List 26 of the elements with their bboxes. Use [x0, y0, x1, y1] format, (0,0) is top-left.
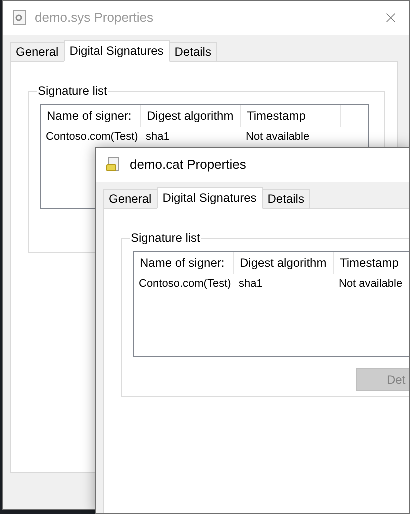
- table-cell-text: Not available: [245, 130, 311, 145]
- table-cell-text: Contoso.com(Test): [45, 130, 140, 145]
- gear-file-icon: [13, 10, 27, 26]
- group-title: Signature list: [37, 83, 108, 100]
- tab[interactable]: General: [103, 189, 158, 208]
- column-header[interactable]: Digest algorithm: [234, 252, 334, 274]
- column-header[interactable]: Digest algorithm: [141, 105, 241, 127]
- group-title: Signature list: [130, 230, 202, 247]
- tab[interactable]: Digital Signatures: [64, 40, 170, 62]
- column-header[interactable]: Name of signer:: [41, 105, 141, 127]
- tab[interactable]: Details: [262, 189, 310, 208]
- table-cell-text: Not available: [338, 276, 404, 292]
- tab[interactable]: Details: [168, 42, 218, 61]
- column-header[interactable]: Timestamp: [241, 105, 341, 127]
- tab[interactable]: General: [10, 42, 65, 61]
- table-cell-text: sha1: [238, 276, 264, 292]
- tab[interactable]: Digital Signatures: [156, 187, 263, 209]
- window-title: demo.cat Properties: [130, 156, 246, 174]
- signature-row[interactable]: Contoso.com(Test) sha1 Not available: [41, 127, 368, 147]
- catalog-file-icon: [106, 157, 122, 173]
- table-cell-text: sha1: [145, 130, 171, 145]
- window-title: demo.sys Properties: [35, 9, 154, 28]
- column-header[interactable]: Timestamp: [334, 252, 409, 274]
- column-header[interactable]: Name of signer:: [134, 252, 234, 274]
- signature-row[interactable]: Contoso.com(Test) sha1 Not available: [134, 274, 409, 294]
- table-cell-text: Contoso.com(Test): [138, 276, 232, 292]
